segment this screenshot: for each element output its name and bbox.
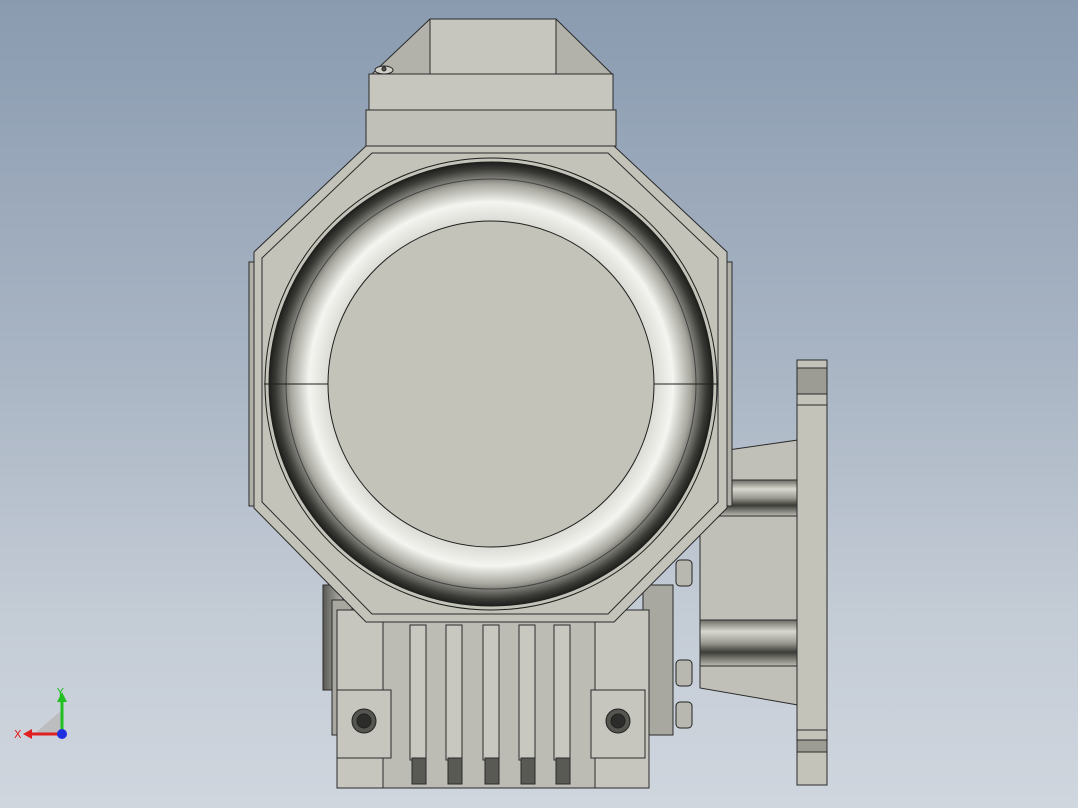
coordinate-triad: Y X	[14, 686, 67, 741]
flange-bolts	[675, 559, 693, 729]
mounting-hole-left-icon	[351, 708, 377, 734]
y-axis-label: Y	[56, 686, 64, 699]
terminal-box[interactable]	[365, 18, 617, 147]
fan-cover[interactable]	[264, 157, 718, 611]
cable-gland-icon	[374, 65, 394, 75]
mounting-hole-right-icon	[605, 708, 631, 734]
graphics-viewport[interactable]: Y X	[0, 0, 1078, 808]
gear-motor-model[interactable]	[0, 0, 1078, 808]
x-axis-label: X	[14, 728, 22, 741]
